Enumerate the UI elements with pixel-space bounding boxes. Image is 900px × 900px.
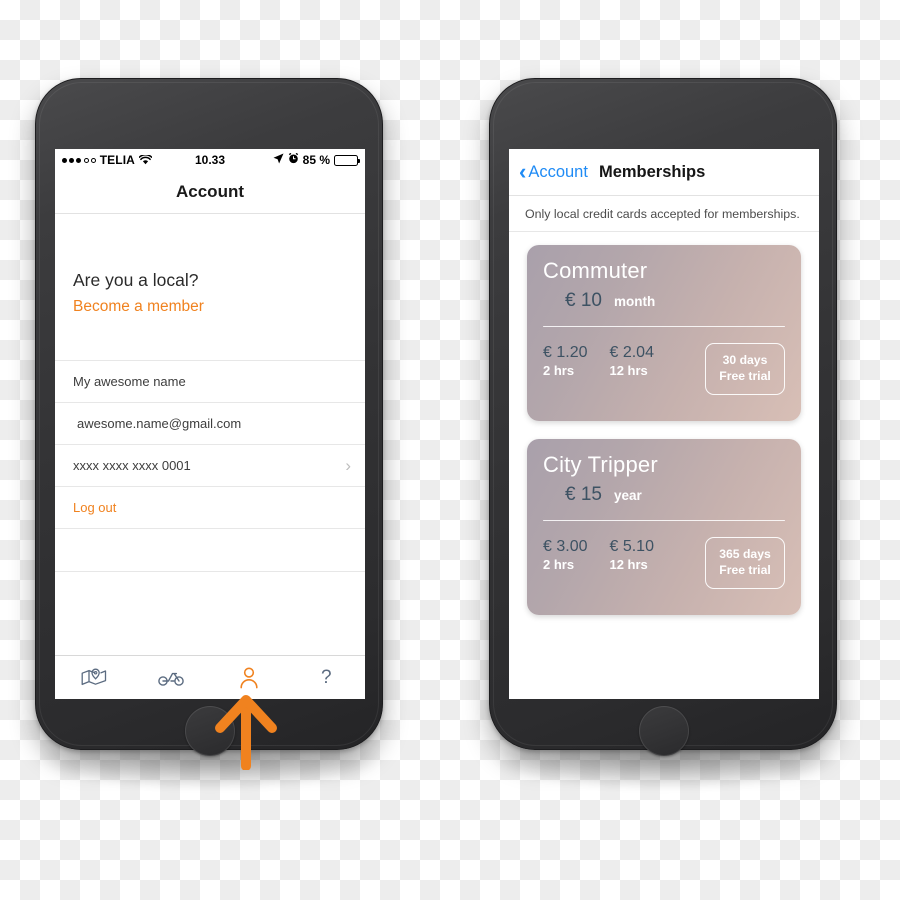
free-trial-badge: 365 days Free trial	[705, 537, 785, 589]
left-phone-screen: TELIA 10.33 85 % Account Are you a local…	[55, 149, 365, 699]
tab-map[interactable]	[55, 668, 133, 688]
rate-duration: 2 hrs	[543, 557, 575, 573]
account-rows-list: My awesome name awesome.name@gmail.com x…	[55, 360, 365, 572]
card-price: € 15	[565, 483, 602, 505]
list-item-card[interactable]: xxxx xxxx xxxx 0001 ›	[55, 444, 365, 486]
become-a-member-link[interactable]: Become a member	[73, 298, 347, 316]
rate-block: € 2.04 12 hrs	[609, 343, 653, 379]
list-item-name[interactable]: My awesome name	[55, 360, 365, 402]
list-bottom-spacer	[55, 528, 365, 572]
card-price-row: € 15 year	[543, 484, 785, 506]
battery-icon	[334, 154, 360, 166]
location-arrow-icon	[273, 153, 284, 167]
tab-account[interactable]	[210, 666, 288, 689]
promo-section: Are you a local? Become a member	[55, 214, 365, 316]
right-phone-screen: ‹ Account Memberships Only local credit …	[509, 149, 819, 699]
free-trial-badge: 30 days Free trial	[705, 343, 785, 395]
card-period: year	[613, 487, 642, 503]
card-divider	[543, 519, 785, 522]
rate-block: € 1.20 2 hrs	[543, 343, 587, 379]
card-plan-name: City Tripper	[543, 452, 658, 478]
rate-block: € 3.00 2 hrs	[543, 537, 587, 573]
card-divider	[543, 325, 785, 328]
list-item-email[interactable]: awesome.name@gmail.com	[55, 402, 365, 444]
rate-amount: € 3.00	[543, 538, 588, 556]
home-button[interactable]	[639, 706, 689, 756]
rate-block: € 5.10 12 hrs	[609, 537, 653, 573]
trial-label: Free trial	[719, 562, 771, 577]
rate-amount: € 1.20	[543, 344, 588, 362]
alarm-clock-icon	[288, 152, 299, 167]
card-rates: € 3.00 2 hrs € 5.10 12 hrs 365 days Free…	[543, 537, 785, 589]
card-price: € 10	[565, 289, 602, 311]
trial-label: Free trial	[719, 368, 771, 383]
row-label: Log out	[73, 500, 117, 515]
tab-help[interactable]: ?	[288, 667, 366, 689]
bicycle-icon	[158, 669, 185, 687]
map-pin-icon	[81, 668, 107, 688]
logout-button[interactable]: Log out	[55, 486, 365, 528]
battery-percent-label: 85 %	[302, 153, 330, 167]
status-bar: TELIA 10.33 85 %	[55, 149, 365, 171]
trial-duration: 30 days	[722, 353, 768, 368]
card-period: month	[613, 293, 656, 309]
right-phone-device: ‹ Account Memberships Only local credit …	[489, 78, 837, 756]
membership-card-city-tripper[interactable]: City Tripper € 15 year € 3.00 2 hrs € 5.…	[527, 439, 801, 616]
row-label: awesome.name@gmail.com	[77, 416, 242, 431]
tab-bar: ?	[55, 655, 365, 699]
status-bar-right: 85 %	[273, 152, 360, 167]
rate-duration: 2 hrs	[543, 363, 575, 379]
rate-duration: 12 hrs	[609, 363, 648, 379]
chevron-right-icon: ›	[345, 456, 351, 475]
rate-amount: € 2.04	[609, 344, 654, 362]
card-price-row: € 10 month	[543, 290, 785, 312]
home-button[interactable]	[185, 706, 235, 756]
rate-duration: 12 hrs	[609, 557, 648, 573]
person-icon	[239, 666, 259, 689]
chevron-left-icon[interactable]: ‹	[519, 161, 526, 183]
card-rates: € 1.20 2 hrs € 2.04 12 hrs 30 days Free …	[543, 343, 785, 395]
page-title: Memberships	[598, 162, 706, 181]
notice-text: Only local credit cards accepted for mem…	[509, 196, 819, 233]
row-label: My awesome name	[73, 374, 186, 389]
page-title: Account	[55, 171, 365, 214]
card-plan-name: Commuter	[543, 258, 648, 284]
question-mark-icon: ?	[320, 666, 332, 688]
promo-heading: Are you a local?	[73, 270, 199, 290]
membership-card-commuter[interactable]: Commuter € 10 month € 1.20 2 hrs € 2.04	[527, 245, 801, 422]
row-label: xxxx xxxx xxxx 0001	[73, 458, 191, 473]
membership-cards-list: Commuter € 10 month € 1.20 2 hrs € 2.04	[509, 232, 819, 616]
screenshot-canvas: TELIA 10.33 85 % Account Are you a local…	[0, 0, 900, 900]
back-button-label[interactable]: Account	[528, 163, 588, 182]
tab-bikes[interactable]	[133, 669, 211, 687]
trial-duration: 365 days	[719, 547, 771, 562]
rate-amount: € 5.10	[609, 538, 654, 556]
left-phone-device: TELIA 10.33 85 % Account Are you a local…	[35, 78, 383, 756]
navigation-bar: ‹ Account Memberships	[509, 149, 819, 196]
